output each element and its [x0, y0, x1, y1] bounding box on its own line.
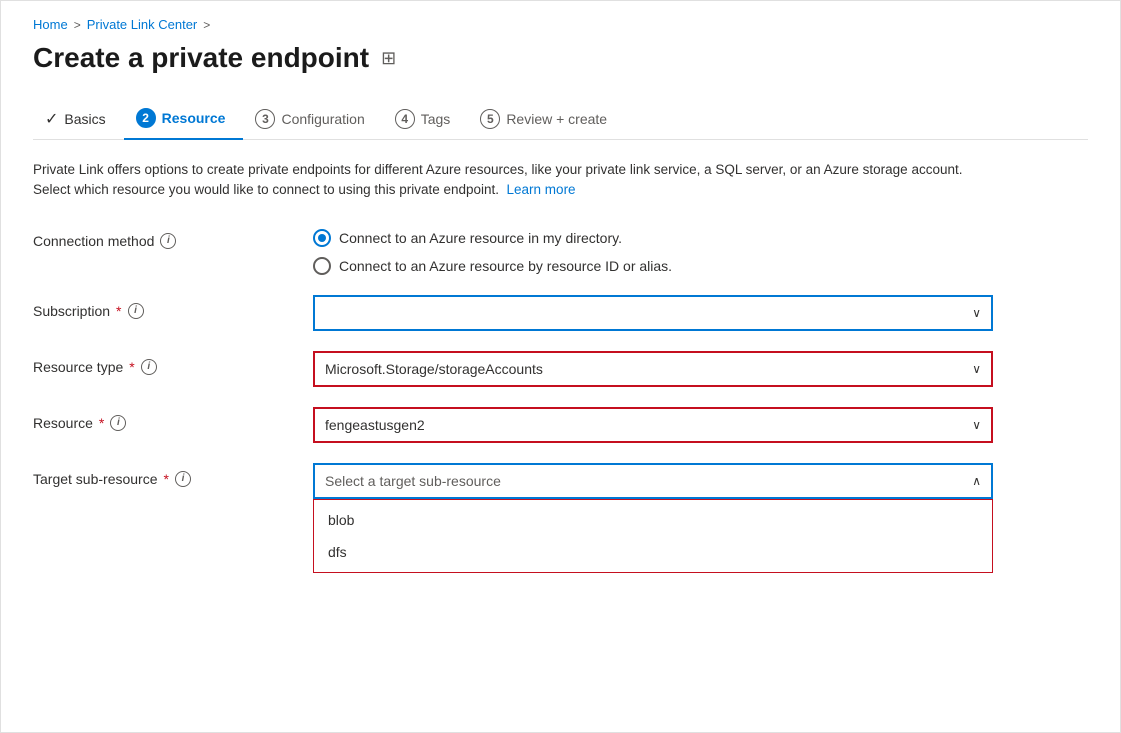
tab-configuration[interactable]: 3 Configuration: [243, 99, 382, 139]
tab-basics[interactable]: ✓ Basics: [33, 99, 124, 139]
connection-method-label: Connection method: [33, 233, 154, 249]
resource-row: Resource * i fengeastusgen2 ∨: [33, 407, 1088, 443]
connection-method-label-col: Connection method i: [33, 225, 313, 249]
connection-method-options: Connect to an Azure resource in my direc…: [313, 225, 993, 275]
basics-check-icon: ✓: [45, 109, 58, 129]
main-container: Home > Private Link Center > Create a pr…: [0, 0, 1121, 733]
target-sub-chevron-icon: ∧: [972, 474, 981, 488]
resource-control: fengeastusgen2 ∨: [313, 407, 993, 443]
description-text: Private Link offers options to create pr…: [33, 160, 983, 201]
resource-type-row: Resource type * i Microsoft.Storage/stor…: [33, 351, 1088, 387]
pin-icon[interactable]: ⊞: [381, 48, 396, 69]
connection-method-info-icon[interactable]: i: [160, 233, 176, 249]
tab-configuration-label: Configuration: [281, 111, 364, 127]
subscription-chevron-icon: ∨: [972, 306, 981, 320]
resource-label: Resource: [33, 415, 93, 431]
resource-info-icon[interactable]: i: [110, 415, 126, 431]
radio-directory-label: Connect to an Azure resource in my direc…: [339, 230, 622, 246]
breadcrumb-private-link[interactable]: Private Link Center: [87, 17, 198, 32]
resource-type-value: Microsoft.Storage/storageAccounts: [325, 361, 972, 377]
resource-type-label-col: Resource type * i: [33, 351, 313, 375]
breadcrumb-sep2: >: [203, 18, 210, 32]
resource-dropdown[interactable]: fengeastusgen2 ∨: [313, 407, 993, 443]
breadcrumb-home[interactable]: Home: [33, 17, 68, 32]
resource-type-label: Resource type: [33, 359, 123, 375]
subscription-label: Subscription: [33, 303, 110, 319]
subscription-label-col: Subscription * i: [33, 295, 313, 319]
subscription-required: *: [116, 303, 121, 319]
resource-required: *: [99, 415, 104, 431]
target-sub-resource-row: Target sub-resource * i Select a target …: [33, 463, 1088, 573]
breadcrumb: Home > Private Link Center >: [33, 17, 1088, 32]
tab-configuration-number: 3: [255, 109, 275, 129]
target-sub-label-col: Target sub-resource * i: [33, 463, 313, 487]
target-sub-required: *: [164, 471, 169, 487]
resource-type-info-icon[interactable]: i: [141, 359, 157, 375]
resource-chevron-icon: ∨: [972, 418, 981, 432]
target-sub-menu: blob dfs: [313, 499, 993, 573]
subscription-dropdown[interactable]: ∨: [313, 295, 993, 331]
page-title-row: Create a private endpoint ⊞: [33, 42, 1088, 74]
target-sub-label: Target sub-resource: [33, 471, 158, 487]
resource-type-chevron-icon: ∨: [972, 362, 981, 376]
target-sub-placeholder: Select a target sub-resource: [325, 473, 972, 489]
tab-basics-label: Basics: [64, 111, 105, 127]
tab-review-label: Review + create: [506, 111, 607, 127]
subscription-row: Subscription * i ∨: [33, 295, 1088, 331]
tab-resource-number: 2: [136, 108, 156, 128]
radio-alias-label: Connect to an Azure resource by resource…: [339, 258, 672, 274]
resource-type-required: *: [129, 359, 134, 375]
target-sub-control: Select a target sub-resource ∧ blob dfs: [313, 463, 993, 573]
form-section: Connection method i Connect to an Azure …: [33, 225, 1088, 573]
connection-method-row: Connection method i Connect to an Azure …: [33, 225, 1088, 275]
tab-resource[interactable]: 2 Resource: [124, 98, 244, 140]
tab-review-number: 5: [480, 109, 500, 129]
page-title: Create a private endpoint: [33, 42, 369, 74]
resource-label-col: Resource * i: [33, 407, 313, 431]
radio-directory[interactable]: Connect to an Azure resource in my direc…: [313, 229, 993, 247]
tab-bar: ✓ Basics 2 Resource 3 Configuration 4 Ta…: [33, 98, 1088, 140]
subscription-info-icon[interactable]: i: [128, 303, 144, 319]
resource-value: fengeastusgen2: [325, 417, 972, 433]
tab-review-create[interactable]: 5 Review + create: [468, 99, 625, 139]
subscription-control: ∨: [313, 295, 993, 331]
target-sub-option-dfs[interactable]: dfs: [314, 536, 992, 568]
description-body: Private Link offers options to create pr…: [33, 162, 962, 197]
target-sub-info-icon[interactable]: i: [175, 471, 191, 487]
tab-tags-number: 4: [395, 109, 415, 129]
breadcrumb-sep1: >: [74, 18, 81, 32]
tab-tags[interactable]: 4 Tags: [383, 99, 469, 139]
target-sub-option-blob[interactable]: blob: [314, 504, 992, 536]
target-sub-dropdown[interactable]: Select a target sub-resource ∧: [313, 463, 993, 499]
radio-alias[interactable]: Connect to an Azure resource by resource…: [313, 257, 993, 275]
resource-type-control: Microsoft.Storage/storageAccounts ∨: [313, 351, 993, 387]
radio-directory-circle[interactable]: [313, 229, 331, 247]
learn-more-link[interactable]: Learn more: [507, 182, 576, 197]
tab-tags-label: Tags: [421, 111, 451, 127]
resource-type-dropdown[interactable]: Microsoft.Storage/storageAccounts ∨: [313, 351, 993, 387]
radio-alias-circle[interactable]: [313, 257, 331, 275]
tab-resource-label: Resource: [162, 110, 226, 126]
